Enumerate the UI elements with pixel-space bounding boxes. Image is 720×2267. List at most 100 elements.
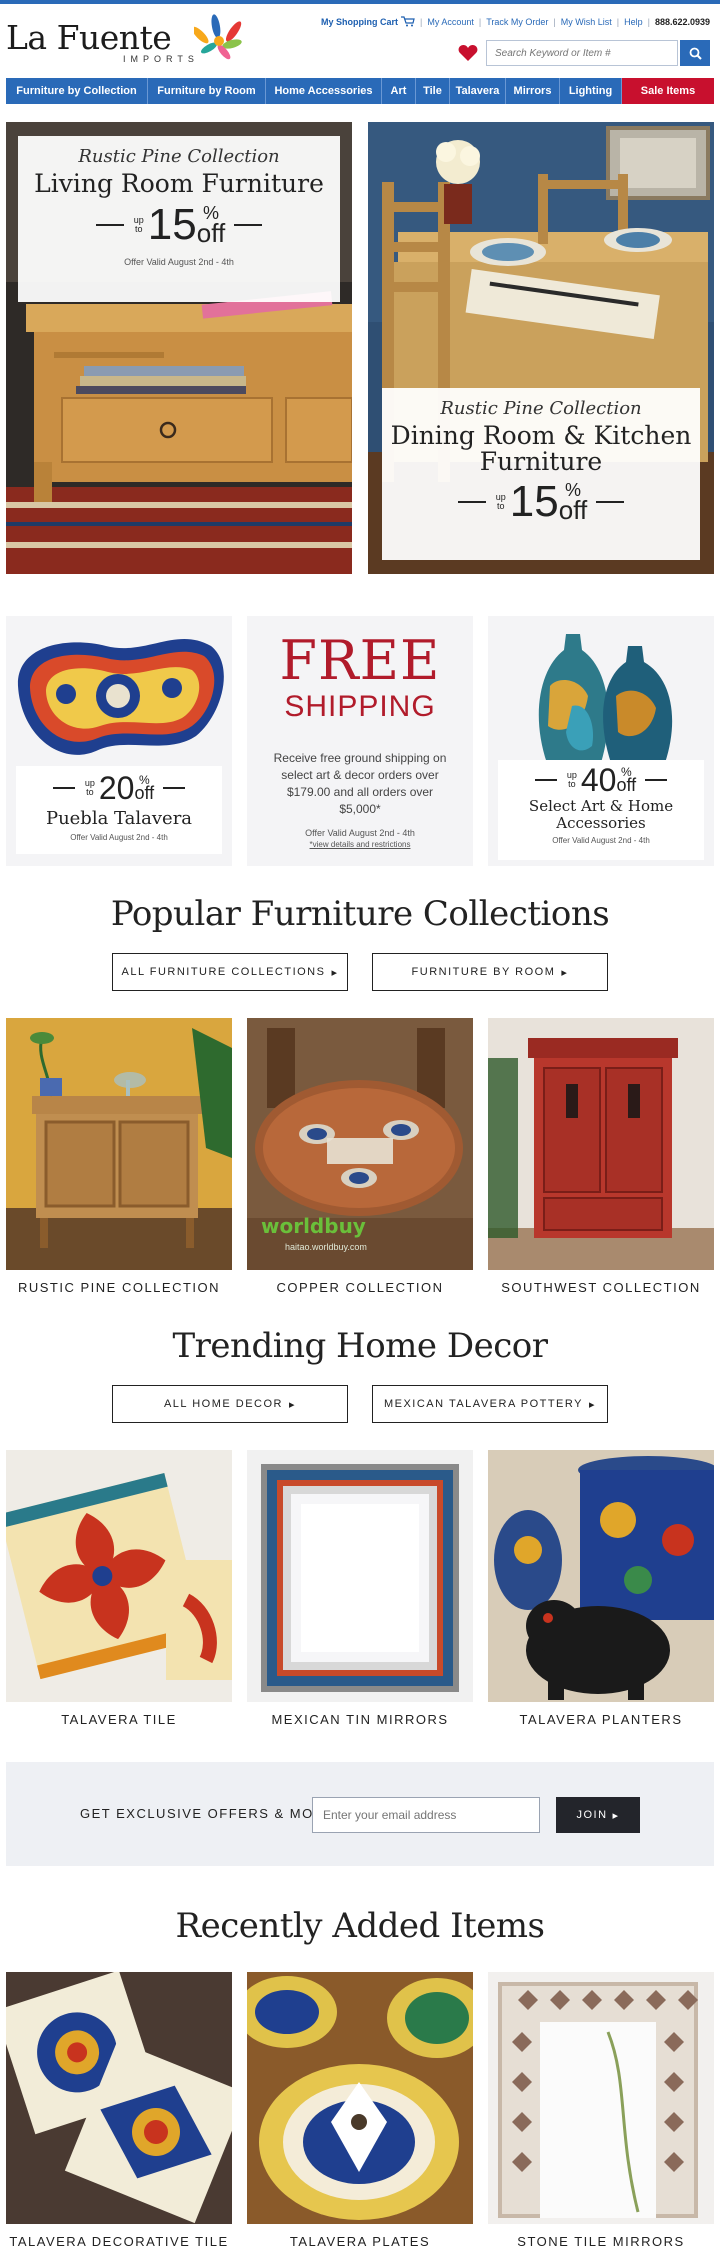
logo-flower-icon [194, 14, 242, 60]
hero-right-percent: 15 [509, 476, 559, 526]
main-nav: Furniture by Collection Furniture by Roo… [6, 78, 714, 104]
tin-mirrors-caption[interactable]: MEXICAN TIN MIRRORS [247, 1712, 473, 1727]
card-talavera-decorative-tile[interactable] [6, 1972, 232, 2224]
southwest-caption[interactable]: SOUTHWEST COLLECTION [488, 1280, 714, 1295]
talavera-decorative-tile-caption[interactable]: TALAVERA DECORATIVE TILE [6, 2234, 232, 2249]
promo-free-shipping[interactable]: FREE SHIPPING Receive free ground shippi… [247, 616, 473, 866]
nav-art[interactable]: Art [382, 78, 416, 104]
nav-tile[interactable]: Tile [416, 78, 450, 104]
talavera-promo-valid: Offer Valid August 2nd - 4th [70, 833, 168, 842]
wish-list-link[interactable]: My Wish List [561, 17, 612, 27]
art-discount: up to 40 % off [498, 764, 704, 796]
all-home-decor-label: ALL HOME DECOR [163, 1398, 283, 1410]
nav-furniture-by-room[interactable]: Furniture by Room [148, 78, 266, 104]
talavera-off: off [134, 783, 155, 803]
hero-left-collection: Rustic Pine Collection [78, 146, 280, 167]
card-stone-tile-mirrors[interactable] [488, 1972, 714, 2224]
card-rustic-pine[interactable] [6, 1018, 232, 1270]
hero-right-off: off [558, 494, 588, 525]
mexican-talavera-pottery-button[interactable]: MEXICAN TALAVERA POTTERY ▸ [372, 1385, 608, 1423]
decor-heading: Trending Home Decor [172, 1326, 549, 1366]
furniture-heading: Popular Furniture Collections [110, 894, 610, 934]
furniture-by-room-label: FURNITURE BY ROOM [411, 966, 556, 978]
talavera-plates-caption[interactable]: TALAVERA PLATES [247, 2234, 473, 2249]
cart-icon[interactable] [400, 16, 415, 27]
talavera-planters-caption[interactable]: TALAVERA PLANTERS [488, 1712, 714, 1727]
nav-lighting[interactable]: Lighting [560, 78, 622, 104]
promo-puebla-talavera[interactable]: up to 20 % off Puebla Talavera Offer Vali… [6, 616, 232, 866]
nav-home-accessories[interactable]: Home Accessories [266, 78, 382, 104]
art-promo-title-1: Select Art & Home [528, 797, 674, 815]
card-tin-mirrors[interactable] [247, 1450, 473, 1702]
search-input[interactable] [487, 41, 677, 65]
nav-talavera[interactable]: Talavera [450, 78, 506, 104]
heart-icon[interactable] [458, 44, 478, 62]
all-home-decor-button[interactable]: ALL HOME DECOR ▸ [112, 1385, 348, 1423]
nav-furniture-by-collection[interactable]: Furniture by Collection [6, 78, 148, 104]
nav-mirrors[interactable]: Mirrors [506, 78, 560, 104]
talavera-decorative-tile-photo [6, 1972, 232, 2224]
card-southwest[interactable] [488, 1018, 714, 1270]
join-button[interactable]: JOIN ▸ [556, 1797, 640, 1833]
card-talavera-tile[interactable] [6, 1450, 232, 1702]
search-icon [689, 47, 702, 60]
hero-left-promo-box: Rustic Pine Collection Living Room Furni… [18, 136, 340, 302]
site-logo[interactable]: La Fuente IMPORTS [6, 14, 242, 66]
stone-tile-mirror-photo [488, 1972, 714, 2224]
all-furniture-collections-button[interactable]: ALL FURNITURE COLLECTIONS ▸ [112, 953, 348, 991]
hero-left-discount: up to 15 % off [18, 203, 340, 247]
hero-living-room[interactable]: Rustic Pine Collection Living Room Furni… [6, 122, 352, 574]
card-talavera-plates[interactable] [247, 1972, 473, 2224]
talavera-tile-caption[interactable]: TALAVERA TILE [6, 1712, 232, 1727]
art-upto: up to [566, 770, 577, 789]
free-shipping-valid: Offer Valid August 2nd - 4th [305, 828, 415, 838]
newsletter-email-field[interactable] [312, 1797, 540, 1833]
card-talavera-planters[interactable] [488, 1450, 714, 1702]
art-percent: 40 [580, 762, 617, 798]
email-input[interactable] [313, 1798, 539, 1832]
hero-left-valid: Offer Valid August 2nd - 4th [124, 257, 234, 268]
hero-right-title-2: Furniture [479, 447, 603, 477]
talavera-planters-photo [488, 1450, 714, 1702]
hero-right-promo-box: Rustic Pine Collection Dining Room & Kit… [382, 388, 700, 560]
hero-left-off: off [196, 218, 226, 249]
all-furniture-collections-label: ALL FURNITURE COLLECTIONS [121, 966, 326, 978]
art-promo-valid: Offer Valid August 2nd - 4th [552, 836, 650, 845]
free-shipping-title: FREE [279, 629, 441, 692]
promo-art-accessories[interactable]: up to 40 % off Select Art & Home Accessor… [488, 616, 714, 866]
caret-right-icon: ▸ [612, 1809, 620, 1822]
talavera-plates-photo [247, 1972, 473, 2224]
shopping-cart-link[interactable]: My Shopping Cart [321, 17, 398, 27]
caret-right-icon: ▸ [561, 966, 569, 979]
search-button[interactable] [680, 40, 710, 66]
top-accent-bar [0, 0, 720, 4]
caret-right-icon: ▸ [588, 1398, 597, 1411]
stone-tile-mirrors-caption[interactable]: STONE TILE MIRRORS [488, 2234, 714, 2249]
furniture-by-room-button[interactable]: FURNITURE BY ROOM ▸ [372, 953, 608, 991]
caret-right-icon: ▸ [331, 966, 339, 979]
southwest-armoire-photo [488, 1018, 714, 1270]
art-off: off [616, 775, 637, 795]
tin-mirror-photo [247, 1450, 473, 1702]
hero-right-collection: Rustic Pine Collection [440, 398, 642, 419]
hero-left-upto: up to [133, 215, 144, 235]
copper-caption[interactable]: COPPER COLLECTION [247, 1280, 473, 1295]
utility-links: My Shopping Cart | My Account | Track My… [320, 16, 710, 27]
nav-sale-items[interactable]: Sale Items [622, 78, 714, 104]
watermark-url: haitao.worldbuy.com [285, 1242, 367, 1252]
hero-right-title-1: Dining Room & Kitchen [390, 421, 692, 450]
hero-dining-room[interactable]: Rustic Pine Collection Dining Room & Kit… [368, 122, 714, 574]
talavera-promo-title: Puebla Talavera [45, 808, 193, 829]
card-copper[interactable]: worldbuy haitao.worldbuy.com [247, 1018, 473, 1270]
my-account-link[interactable]: My Account [427, 17, 474, 27]
help-link[interactable]: Help [624, 17, 643, 27]
rustic-pine-caption[interactable]: RUSTIC PINE COLLECTION [6, 1280, 232, 1295]
logo-wordmark: La Fuente [6, 18, 172, 57]
track-order-link[interactable]: Track My Order [486, 17, 548, 27]
newsletter-label: GET EXCLUSIVE OFFERS & MORE! [80, 1806, 340, 1821]
free-shipping-details-link[interactable]: *view details and restrictions [247, 840, 473, 849]
recent-heading: Recently Added Items [175, 1906, 545, 1946]
hero-right-upto: up to [495, 491, 506, 511]
talavera-discount: up to 20 % off [16, 772, 222, 804]
search-box[interactable] [486, 40, 678, 66]
